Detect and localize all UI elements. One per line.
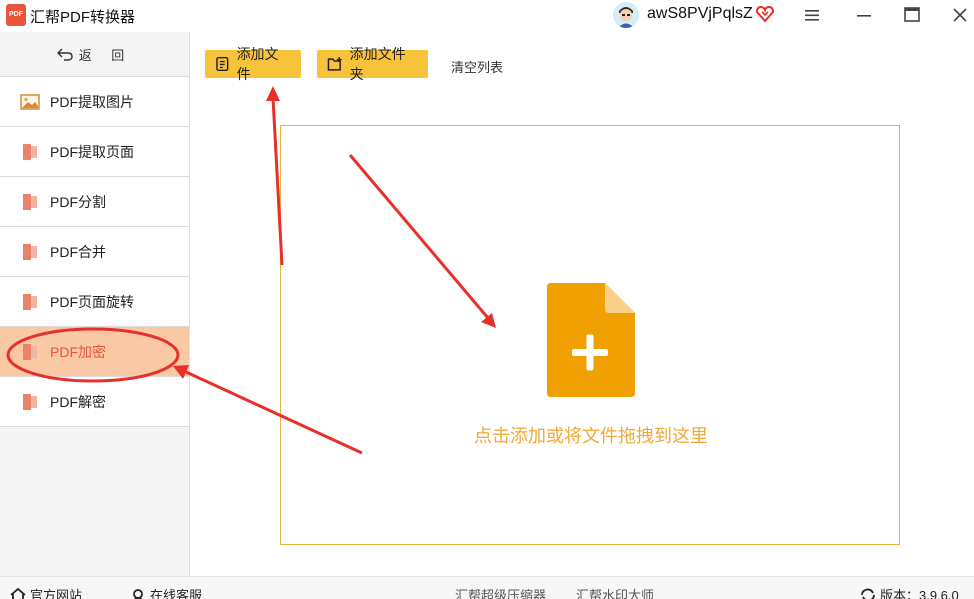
pdf-file-icon xyxy=(20,143,40,161)
pdf-file-icon xyxy=(20,293,40,311)
pdf-file-icon xyxy=(20,343,40,361)
close-icon[interactable] xyxy=(948,4,972,26)
file-plus-icon[interactable] xyxy=(545,283,637,404)
pdf-file-icon xyxy=(20,393,40,411)
add-file-icon xyxy=(216,56,229,72)
heart-vip-icon[interactable] xyxy=(755,4,775,29)
sidebar-item-extract-images[interactable]: PDF提取图片 xyxy=(0,77,189,127)
sidebar-item-label: PDF加密 xyxy=(50,343,106,360)
menu-icon[interactable] xyxy=(800,4,824,26)
support-link[interactable]: 在线客服 xyxy=(130,585,202,599)
clear-list-button[interactable]: 清空列表 xyxy=(451,57,503,76)
sidebar-item-label: PDF解密 xyxy=(50,393,106,410)
image-icon xyxy=(20,93,40,111)
sidebar: 返 回 PDF提取图片 PDF提取页面 PDF分割 PDF合并 PDF页面旋转 … xyxy=(0,32,190,576)
maximize-icon[interactable] xyxy=(900,4,924,26)
user-avatar-icon[interactable] xyxy=(613,2,639,28)
username[interactable]: awS8PVjPqlsZ xyxy=(647,5,753,23)
watermark-link[interactable]: 汇帮水印大师 xyxy=(576,585,654,599)
sidebar-item-label: PDF分割 xyxy=(50,193,106,210)
support-label: 在线客服 xyxy=(150,588,203,599)
file-drop-zone[interactable]: 点击添加或将文件拖拽到这里 xyxy=(280,125,900,545)
add-folder-button[interactable]: 添加文件夹 xyxy=(317,46,428,82)
add-folder-label: 添加文件夹 xyxy=(349,46,406,82)
sidebar-item-split[interactable]: PDF分割 xyxy=(0,177,189,227)
add-file-label: 添加文件 xyxy=(236,46,279,82)
compressor-link[interactable]: 汇帮超级压缩器 xyxy=(455,585,546,599)
app-logo: PDF xyxy=(6,4,26,26)
sidebar-item-rotate[interactable]: PDF页面旋转 xyxy=(0,277,189,327)
sidebar-item-label: PDF提取页面 xyxy=(50,143,134,160)
home-icon xyxy=(10,587,26,599)
status-bar: 官方网站 在线客服 汇帮超级压缩器 汇帮水印大师 版本：3.9.6.0 xyxy=(0,576,974,599)
app-title: 汇帮PDF转换器 xyxy=(30,9,136,26)
back-label: 返 回 xyxy=(78,47,133,63)
sidebar-item-label: PDF页面旋转 xyxy=(50,293,134,310)
pdf-file-icon xyxy=(20,243,40,261)
pdf-file-icon xyxy=(20,193,40,211)
add-file-button[interactable]: 添加文件 xyxy=(205,46,301,82)
sidebar-item-label: PDF合并 xyxy=(50,243,106,260)
drop-hint-text: 点击添加或将文件拖拽到这里 xyxy=(474,426,708,446)
version-label: 版本：3.9.6.0 xyxy=(880,588,959,599)
nav-list: PDF提取图片 PDF提取页面 PDF分割 PDF合并 PDF页面旋转 PDF加… xyxy=(0,76,189,427)
back-arrow-icon xyxy=(56,48,73,61)
website-label: 官方网站 xyxy=(30,588,83,599)
version-info[interactable]: 版本：3.9.6.0 xyxy=(860,585,959,599)
title-bar: PDF 汇帮PDF转换器 awS8PVjPqlsZ xyxy=(0,0,974,32)
sidebar-item-decrypt[interactable]: PDF解密 xyxy=(0,377,189,427)
website-link[interactable]: 官方网站 xyxy=(10,585,82,599)
add-folder-icon xyxy=(327,57,342,71)
headset-icon xyxy=(132,588,144,599)
sidebar-item-label: PDF提取图片 xyxy=(50,93,134,110)
sidebar-item-extract-pages[interactable]: PDF提取页面 xyxy=(0,127,189,177)
sidebar-item-encrypt[interactable]: PDF加密 xyxy=(0,327,189,377)
back-button[interactable]: 返 回 xyxy=(0,32,189,76)
refresh-icon xyxy=(861,588,875,599)
minimize-icon[interactable] xyxy=(852,4,876,26)
sidebar-item-merge[interactable]: PDF合并 xyxy=(0,227,189,277)
